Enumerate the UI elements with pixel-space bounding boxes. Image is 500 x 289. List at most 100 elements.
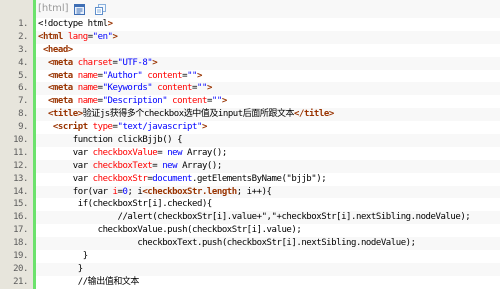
code-token: Array(); [182,147,227,158]
code-line: 21. //输出值和文本 [0,275,500,289]
code-token: "Description" [102,96,168,107]
code-token: <meta [47,83,73,94]
code-line: 3. <head> [0,43,500,57]
toolbar-gutter [0,0,33,18]
code-line: 2. <html lang="en"> [0,30,500,44]
code-line: 10. function clickBjjb() { [0,134,500,147]
code-token: <html [38,31,63,42]
code-line: 9. <script type="text/javascript"> [0,121,500,135]
code-token: = [157,147,168,158]
code-line: 19. } [0,250,500,263]
code-token: > [107,19,113,29]
code-token: content [157,83,193,94]
line-number: 7. [18,96,28,107]
line-number: 2. [18,31,28,42]
code-token: ; i++){ [236,186,272,197]
view-plain-icon[interactable] [73,3,85,15]
line-code: <meta name="Keywords" content=""> [33,82,500,96]
line-code: <head> [33,43,500,57]
code-line: 8. <title>验证js获得多个checkbox选中值及input后面所跟文… [0,108,500,122]
code-token: document [152,173,193,184]
line-number: 10. [13,135,28,146]
code-token: "" [211,96,222,107]
code-token: checkboxText.push(checkboxStr[i].nextSib… [38,238,416,249]
code-token: lang [67,31,88,42]
code-token: if(checkboxStr[i].checked){ [38,199,213,210]
code-line: 17. checkboxValue.push(checkboxStr[i].va… [0,224,500,238]
code-token: <meta [47,57,73,68]
line-code: var checkboxText= new Array(); [33,159,500,173]
code-token: "" [197,83,207,94]
line-code: <html lang="en"> [33,30,500,44]
code-token: "Keywords" [102,83,153,94]
language-label: [html] [38,3,69,14]
line-code: } [33,250,500,263]
line-number: 16. [13,212,28,223]
code-token: var [38,147,93,158]
code-line: 6. <meta name="Keywords" content=""> [0,82,500,96]
line-number: 18. [13,238,28,249]
code-line: 18. checkboxText.push(checkboxStr[i].nex… [0,237,500,251]
code-token: var [38,160,93,171]
code-token: .getElementsByName("bjjb"); [192,173,327,184]
code-token: <meta [47,70,73,81]
code-token: name [77,83,98,94]
line-number: 21. [13,276,28,287]
code-token: content [172,96,207,107]
line-code: //alert(checkboxStr[i].value+","+checkbo… [33,211,500,225]
code-line: 11. var checkboxValue= new Array(); [0,146,500,160]
line-number: 20. [13,263,28,274]
line-code: var checkboxStr=document.getElementsByNa… [33,172,500,186]
line-code: for(var i=0; i<checkboxStr.length; i++){ [33,185,500,199]
line-number: 6. [18,83,28,94]
code-token: //alert(checkboxStr[i].value+","+checkbo… [38,212,471,223]
code-line: 14. for(var i=0; i<checkboxStr.length; i… [0,185,500,199]
code-token: "" [187,70,197,81]
code-token: <script [52,122,88,133]
line-code: <!doctype html> [33,18,500,31]
code-toolbar: [html] [0,0,500,18]
code-token: ; i [127,186,143,197]
line-number: 1. [18,19,28,29]
code-token: checkboxText [92,160,153,171]
line-number: 9. [18,122,28,133]
line-code: <meta charset="UTF-8"> [33,56,500,70]
line-code: <title>验证js获得多个checkbox选中值及input后面所跟文本</… [33,108,500,122]
code-token: function clickBjjb() { [38,135,183,146]
line-number: 3. [18,44,28,55]
code-token: content [147,70,183,81]
line-code: <meta name="Description" content=""> [33,95,500,109]
code-token: charset [77,57,113,68]
code-lines: 1. <!doctype html> 2. <html lang="en"> 3. <h… [0,18,500,289]
code-line: 7. <meta name="Description" content=""> [0,95,500,109]
copy-icon[interactable] [94,3,106,15]
code-token: "Author" [102,70,143,81]
line-number: 4. [18,57,28,68]
code-token: > [152,57,158,68]
code-token: type [92,122,113,133]
line-number: 15. [13,199,28,210]
code-token: 验证js获得多个checkbox选中值及input后面所跟文本 [82,109,295,120]
code-line: 12. var checkboxText= new Array(); [0,159,500,173]
code-token: > [206,83,212,94]
code-line: 4. <meta charset="UTF-8"> [0,56,500,70]
line-number: 11. [13,147,28,158]
code-token: } [38,251,88,262]
code-token: } [38,263,83,274]
line-number: 19. [13,251,28,262]
line-number: 14. [13,186,28,197]
code-token: > [201,122,207,133]
code-token: <head> [42,44,73,55]
code-token: new [162,160,178,171]
code-line: 20. } [0,262,500,276]
line-number: 5. [18,70,28,81]
line-code: <meta name="Author" content=""> [33,69,500,83]
code-token: "en" [92,31,113,42]
line-number: 13. [13,173,28,184]
